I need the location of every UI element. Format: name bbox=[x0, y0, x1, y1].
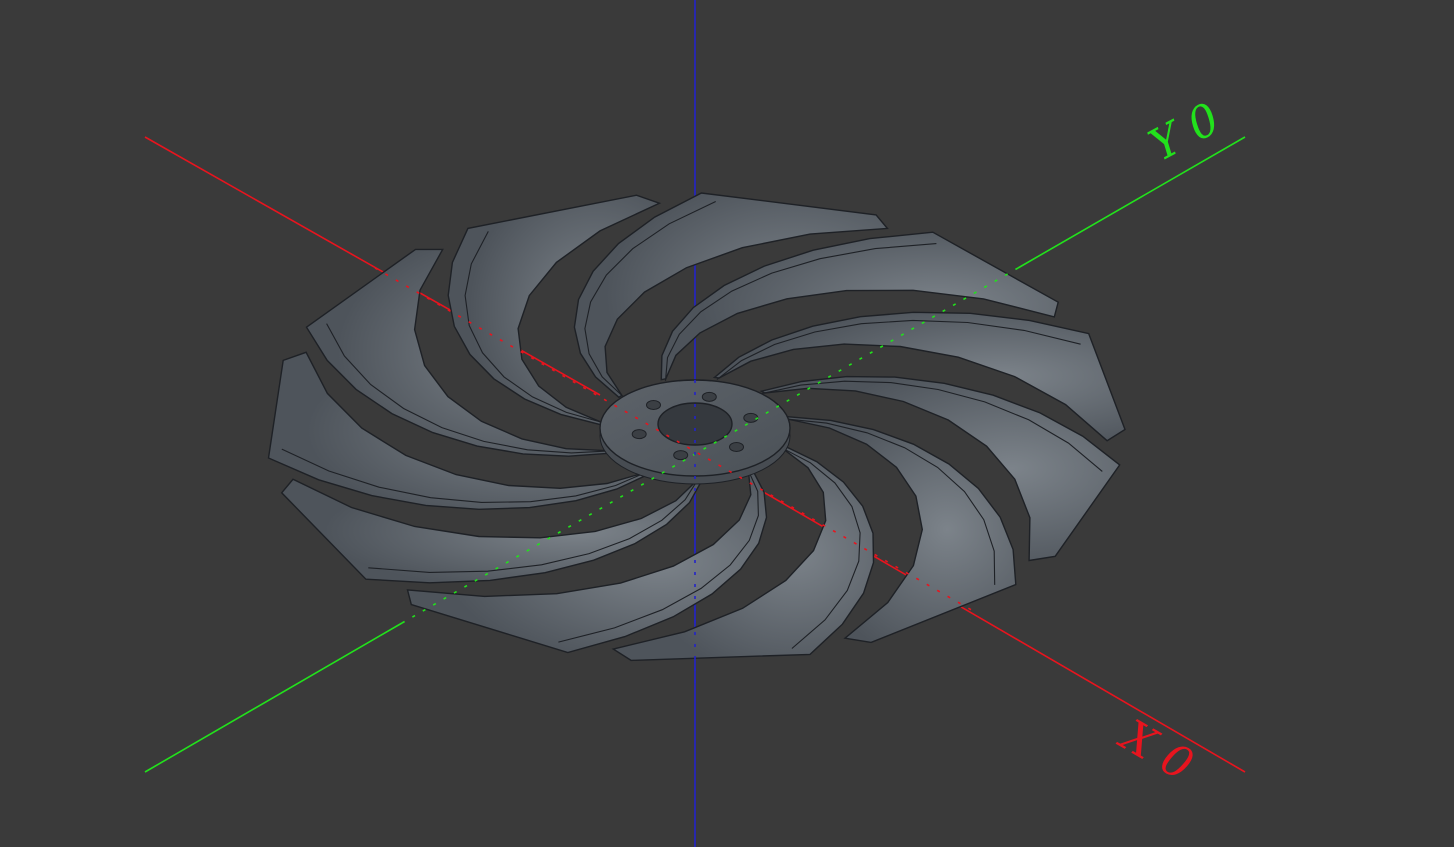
bolt-hole bbox=[631, 429, 647, 440]
y-axis-line-lower bbox=[144, 622, 403, 773]
bolt-hole bbox=[729, 442, 744, 452]
y-axis-label: Y 0 bbox=[1141, 93, 1228, 171]
bolt-hole bbox=[743, 412, 759, 423]
fan-impeller-model[interactable] bbox=[267, 192, 1126, 662]
bolt-hole bbox=[646, 400, 661, 410]
center-bore bbox=[657, 402, 733, 446]
3d-viewport[interactable]: Y 0 X 0 bbox=[0, 0, 1454, 847]
bolt-hole bbox=[673, 450, 689, 461]
y-axis-line-upper bbox=[1017, 136, 1246, 269]
x-axis-label: X 0 bbox=[1110, 709, 1202, 791]
fan-blade bbox=[447, 194, 662, 426]
bolt-hole bbox=[701, 391, 717, 402]
